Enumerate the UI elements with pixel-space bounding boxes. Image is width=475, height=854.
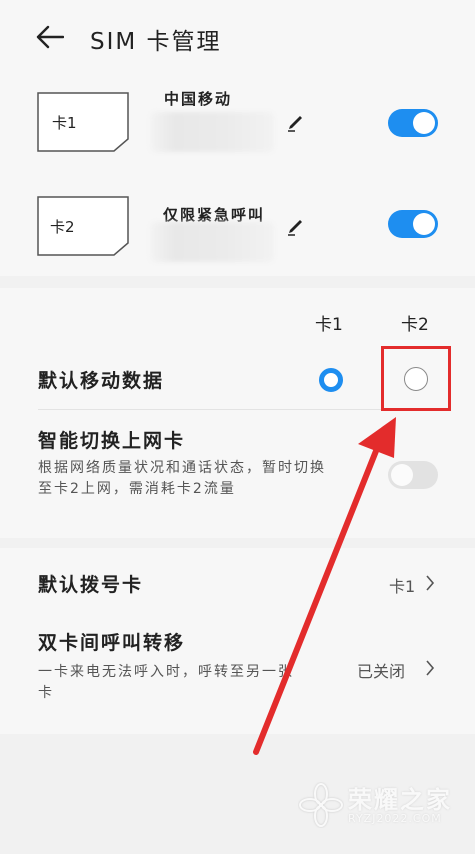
watermark-url: RYZJ2022.COM [348, 812, 442, 825]
watermark-brand: 荣耀之家 [348, 786, 452, 814]
watermark: 荣耀之家 RYZJ2022.COM [296, 772, 466, 842]
annotation-arrow [253, 417, 396, 755]
flower-logo-icon [299, 783, 343, 827]
